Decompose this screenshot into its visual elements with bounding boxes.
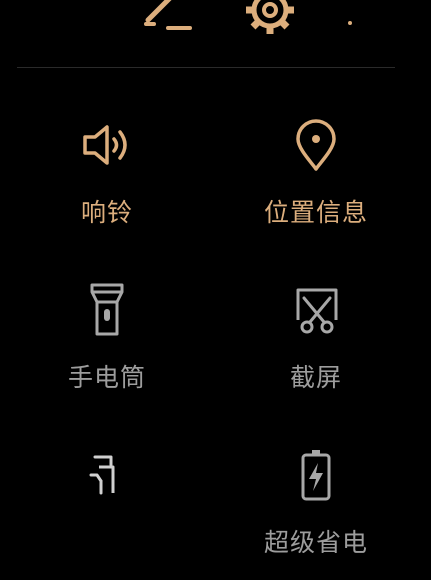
tile-label: 截屏 <box>289 363 342 392</box>
tile-ring[interactable]: 响铃 <box>7 115 207 265</box>
settings-gear-icon[interactable] <box>240 0 300 40</box>
tile-label: 超级省电 <box>263 528 368 553</box>
tile-screenshot[interactable]: 截屏 <box>216 280 416 430</box>
quick-settings-panel: 响铃 位置信息 手电筒 截屏 超级省电 <box>0 0 431 580</box>
tile-label: 手电筒 <box>67 363 146 392</box>
screenshot-scissors-icon <box>286 280 346 340</box>
divider <box>17 67 395 68</box>
auto-rotate-icon <box>77 445 137 505</box>
tile-auto-rotate[interactable] <box>7 445 207 580</box>
flashlight-icon <box>77 280 137 340</box>
tile-power-saver[interactable]: 超级省电 <box>216 445 416 580</box>
battery-bolt-icon <box>286 445 346 505</box>
location-pin-icon <box>286 115 346 175</box>
speaker-volume-icon <box>77 115 137 175</box>
edit-icon[interactable] <box>140 0 196 38</box>
tile-label: 位置信息 <box>263 198 368 227</box>
tile-flashlight[interactable]: 手电筒 <box>7 280 207 430</box>
more-dot-icon[interactable] <box>346 12 354 31</box>
tile-label: 响铃 <box>80 198 133 227</box>
tile-location[interactable]: 位置信息 <box>216 115 416 265</box>
